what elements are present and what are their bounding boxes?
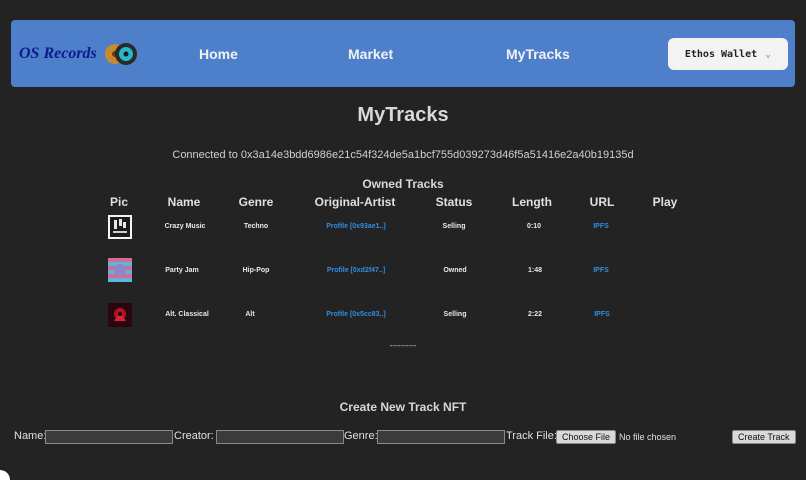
track-length: 2:22 [527, 311, 543, 318]
track-cover-image [108, 303, 132, 327]
chevron-down-icon: ⌄ [765, 48, 772, 60]
creator-label: Creator: [174, 430, 214, 442]
owned-tracks-title: Owned Tracks [362, 177, 444, 191]
artist-profile-link[interactable]: Profile [0x5cc83..] [326, 311, 386, 318]
track-status: Owned [443, 267, 467, 274]
ipfs-link[interactable]: IPFS [593, 267, 609, 274]
wallet-button[interactable]: Ethos Wallet ⌄ [668, 38, 788, 70]
name-label: Name: [14, 430, 47, 442]
genre-label: Genre: [344, 430, 378, 442]
track-genre: Hip-Pop [242, 267, 270, 274]
track-name: Alt. Classical [165, 311, 209, 318]
col-header-status: Status [435, 195, 473, 209]
track-status: Selling [442, 223, 466, 230]
nav-mytracks[interactable]: MyTracks [506, 46, 570, 62]
col-header-url: URL [589, 195, 615, 209]
col-header-genre: Genre [238, 195, 274, 209]
track-genre: Techno [243, 223, 269, 230]
track-genre: Alt [245, 311, 255, 318]
brand-title[interactable]: OS Records [19, 45, 97, 63]
connected-address: Connected to 0x3a14e3bdd6986e21c54f324de… [172, 149, 634, 161]
ipfs-link[interactable]: IPFS [593, 223, 609, 230]
genre-input[interactable] [377, 430, 505, 444]
navbar: OS Records Home Market MyTracks Ethos Wa… [11, 20, 795, 87]
track-length: 0:10 [526, 223, 542, 230]
col-header-pic: Pic [109, 195, 129, 209]
page-title: MyTracks [357, 104, 449, 126]
creator-input[interactable] [216, 430, 344, 444]
create-track-button[interactable]: Create Track [732, 430, 796, 444]
col-header-original-artist: Original-Artist [314, 195, 396, 209]
no-file-text: No file chosen [619, 432, 677, 442]
section-divider: ---------- [389, 341, 417, 350]
vinyl-logo-icon [105, 43, 137, 65]
track-file-label: Track File: [506, 430, 557, 442]
nav-home[interactable]: Home [199, 46, 238, 62]
track-name: Party Jam [165, 267, 199, 274]
track-name: Crazy Music [164, 223, 206, 230]
track-cover-image [108, 215, 132, 239]
track-length: 1:48 [527, 267, 543, 274]
track-cover-image [108, 258, 132, 282]
col-header-length: Length [512, 195, 552, 209]
create-track-title: Create New Track NFT [339, 400, 467, 414]
window-corner [0, 470, 10, 480]
col-header-play: Play [652, 195, 678, 209]
artist-profile-link[interactable]: Profile [0x93ae1..] [326, 223, 386, 230]
name-input[interactable] [45, 430, 173, 444]
track-status: Selling [443, 311, 467, 318]
col-header-name: Name [167, 195, 201, 209]
wallet-label: Ethos Wallet [684, 48, 758, 60]
ipfs-link[interactable]: IPFS [594, 311, 610, 318]
nav-market[interactable]: Market [348, 46, 393, 62]
choose-file-button[interactable]: Choose File [556, 430, 617, 444]
artist-profile-link[interactable]: Profile [0xd2f47..] [327, 267, 385, 274]
